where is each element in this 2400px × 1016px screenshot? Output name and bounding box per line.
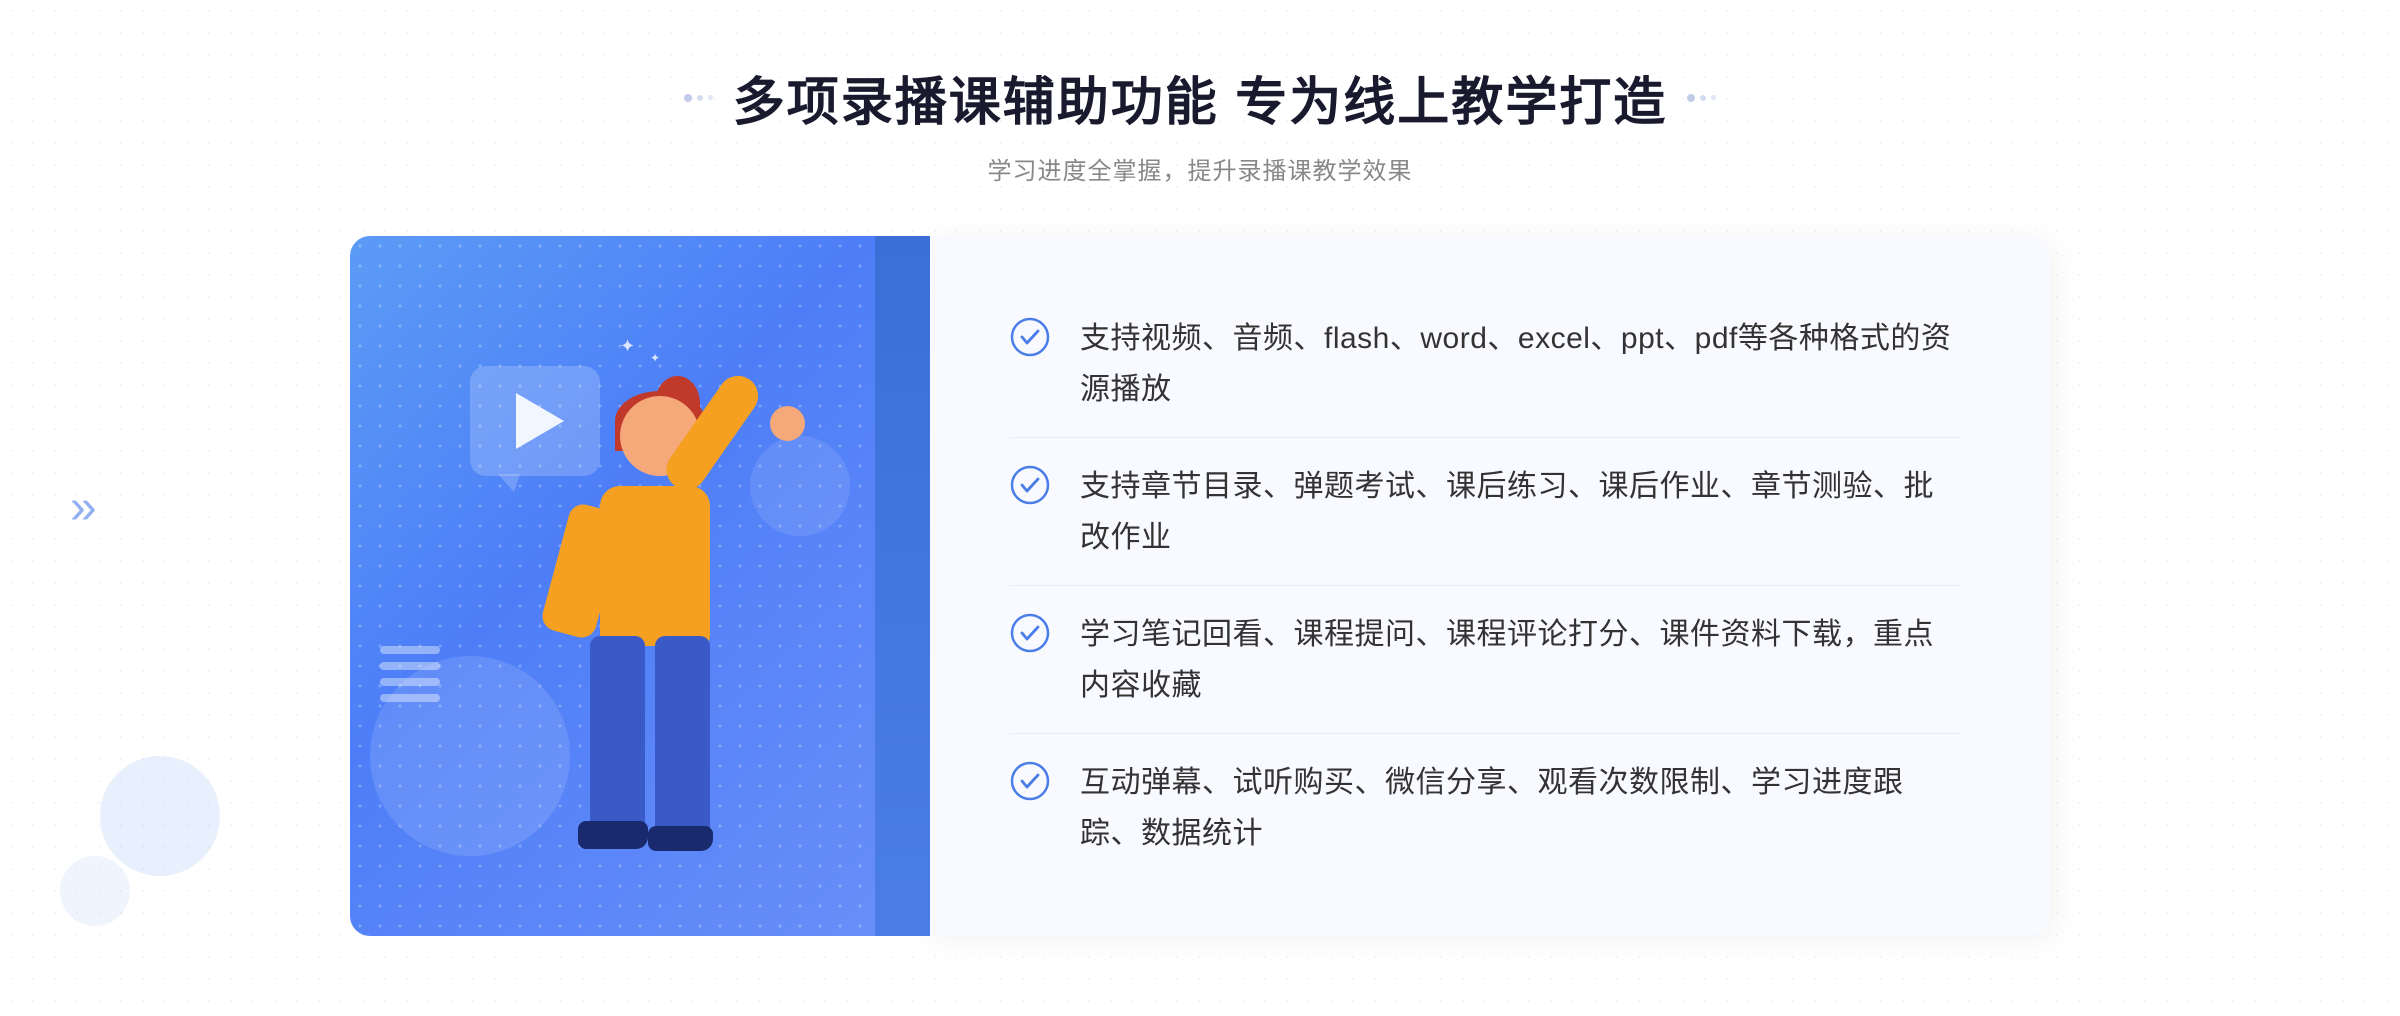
- check-icon-1: [1010, 317, 1050, 357]
- feature-item-1: 支持视频、音频、flash、word、excel、ppt、pdf等各种格式的资源…: [1010, 291, 1960, 438]
- person-shoe-right: [648, 826, 713, 851]
- dot-3: [708, 95, 713, 100]
- feature-item-4: 互动弹幕、试听购买、微信分享、观看次数限制、学习进度跟踪、数据统计: [1010, 735, 1960, 881]
- person-shoe-left: [578, 821, 648, 849]
- chevron-icon: »: [70, 484, 97, 532]
- deco-circle-1: [100, 756, 220, 876]
- features-panel: 支持视频、音频、flash、word、excel、ppt、pdf等各种格式的资源…: [930, 236, 2050, 936]
- page-wrapper: » 多项录播课辅助功能 专为线上教学打造 学习进度全掌握，提升录播课教学效果: [0, 0, 2400, 1016]
- check-icon-2: [1010, 465, 1050, 505]
- dot-5: [1700, 95, 1706, 101]
- feature-text-4: 互动弹幕、试听购买、微信分享、观看次数限制、学习进度跟踪、数据统计: [1080, 757, 1960, 859]
- person-illustration: [460, 376, 780, 936]
- header-section: 多项录播课辅助功能 专为线上教学打造 学习进度全掌握，提升录播课教学效果: [684, 60, 1716, 186]
- feature-text-3: 学习笔记回看、课程提问、课程评论打分、课件资料下载，重点内容收藏: [1080, 609, 1960, 711]
- dot-1: [684, 94, 692, 102]
- title-row: 多项录播课辅助功能 专为线上教学打造: [684, 60, 1716, 135]
- illustration-panel: ✦ ✦: [350, 236, 930, 936]
- person-body: [600, 486, 710, 646]
- person-hand-right: [770, 406, 805, 441]
- dot-decoration-left: [684, 94, 713, 102]
- check-icon-4: [1010, 761, 1050, 801]
- feature-item-3: 学习笔记回看、课程提问、课程评论打分、课件资料下载，重点内容收藏: [1010, 587, 1960, 734]
- content-area: ✦ ✦: [350, 236, 2050, 936]
- dot-6: [1711, 95, 1716, 100]
- page-chevron-decoration: »: [70, 484, 97, 532]
- page-title: 多项录播课辅助功能 专为线上教学打造: [733, 60, 1667, 135]
- dot-2: [697, 95, 703, 101]
- dot-4: [1687, 94, 1695, 102]
- person-leg-left: [590, 636, 645, 836]
- feature-text-1: 支持视频、音频、flash、word、excel、ppt、pdf等各种格式的资源…: [1080, 313, 1960, 415]
- feature-text-2: 支持章节目录、弹题考试、课后练习、课后作业、章节测验、批改作业: [1080, 461, 1960, 563]
- check-icon-3: [1010, 613, 1050, 653]
- deco-circle-2: [60, 856, 130, 926]
- feature-item-2: 支持章节目录、弹题考试、课后练习、课后作业、章节测验、批改作业: [1010, 439, 1960, 586]
- star-icon-1: ✦: [620, 336, 635, 357]
- person-leg-right: [655, 636, 710, 836]
- dot-decoration-right: [1687, 94, 1716, 102]
- figure-container: [410, 356, 830, 936]
- blue-side-bar: [875, 236, 930, 936]
- page-subtitle: 学习进度全掌握，提升录播课教学效果: [684, 151, 1716, 186]
